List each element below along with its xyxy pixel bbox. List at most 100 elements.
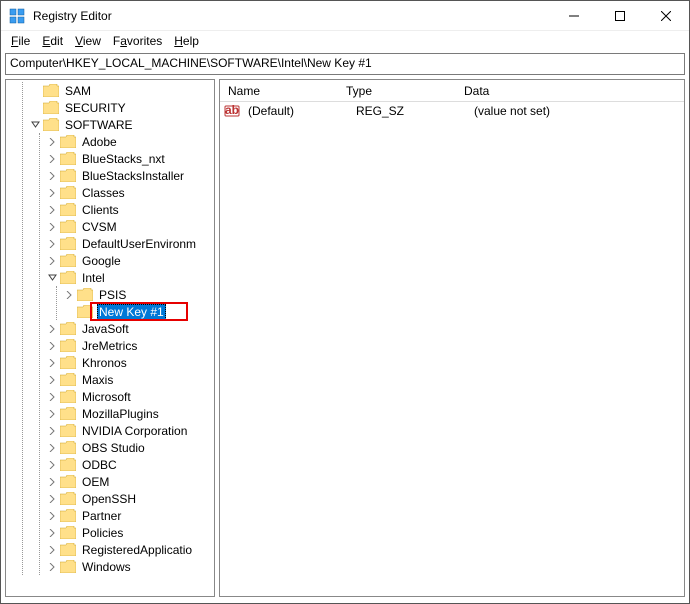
menu-file[interactable]: File bbox=[5, 32, 36, 50]
tree-node-defaultuserenvironment[interactable]: DefaultUserEnvironm bbox=[46, 235, 214, 252]
folder-icon bbox=[60, 271, 76, 284]
chevron-right-icon[interactable] bbox=[46, 391, 58, 403]
tree-label: MozillaPlugins bbox=[80, 407, 161, 421]
chevron-down-icon[interactable] bbox=[46, 272, 58, 284]
value-type: REG_SZ bbox=[352, 104, 470, 118]
tree-node-maxis[interactable]: Maxis bbox=[46, 371, 214, 388]
tree-node-partner[interactable]: Partner bbox=[46, 507, 214, 524]
tree-pane[interactable]: SAM SECURITY SOFTWARE Adobe BlueStacks_n… bbox=[5, 79, 215, 597]
value-name: (Default) bbox=[244, 104, 352, 118]
chevron-right-icon[interactable] bbox=[46, 527, 58, 539]
chevron-right-icon[interactable] bbox=[46, 374, 58, 386]
tree-node-google[interactable]: Google bbox=[46, 252, 214, 269]
tree-node-bluestacks-nxt[interactable]: BlueStacks_nxt bbox=[46, 150, 214, 167]
tree-node-oem[interactable]: OEM bbox=[46, 473, 214, 490]
tree-node-software[interactable]: SOFTWARE bbox=[29, 116, 214, 133]
chevron-right-icon[interactable] bbox=[46, 323, 58, 335]
tree-label: Google bbox=[80, 254, 123, 268]
tree-node-javasoft[interactable]: JavaSoft bbox=[46, 320, 214, 337]
column-header-data[interactable]: Data bbox=[456, 80, 684, 101]
column-header-type[interactable]: Type bbox=[338, 80, 456, 101]
tree-node-clients[interactable]: Clients bbox=[46, 201, 214, 218]
chevron-right-icon[interactable] bbox=[46, 238, 58, 250]
tree-label: Microsoft bbox=[80, 390, 133, 404]
tree-label: BlueStacksInstaller bbox=[80, 169, 186, 183]
tree-label: OpenSSH bbox=[80, 492, 138, 506]
folder-icon bbox=[60, 169, 76, 182]
minimize-button[interactable] bbox=[551, 1, 597, 30]
tree-node-jremetrics[interactable]: JreMetrics bbox=[46, 337, 214, 354]
tree-node-policies[interactable]: Policies bbox=[46, 524, 214, 541]
folder-icon bbox=[60, 475, 76, 488]
chevron-right-icon[interactable] bbox=[46, 340, 58, 352]
app-icon bbox=[9, 8, 25, 24]
svg-text:ab: ab bbox=[225, 103, 239, 117]
tree-node-registeredapplications[interactable]: RegisteredApplicatio bbox=[46, 541, 214, 558]
tree-node-obs-studio[interactable]: OBS Studio bbox=[46, 439, 214, 456]
chevron-right-icon[interactable] bbox=[46, 510, 58, 522]
maximize-button[interactable] bbox=[597, 1, 643, 30]
tree-label: Adobe bbox=[80, 135, 119, 149]
chevron-right-icon[interactable] bbox=[46, 170, 58, 182]
folder-icon bbox=[60, 492, 76, 505]
chevron-right-icon[interactable] bbox=[46, 476, 58, 488]
tree-node-openssh[interactable]: OpenSSH bbox=[46, 490, 214, 507]
tree-node-sam[interactable]: SAM bbox=[29, 82, 214, 99]
chevron-right-icon[interactable] bbox=[46, 204, 58, 216]
chevron-right-icon[interactable] bbox=[46, 442, 58, 454]
list-pane[interactable]: Name Type Data ab (Default) REG_SZ (valu… bbox=[219, 79, 685, 597]
chevron-right-icon[interactable] bbox=[46, 408, 58, 420]
tree-node-classes[interactable]: Classes bbox=[46, 184, 214, 201]
tree-label: Clients bbox=[80, 203, 121, 217]
tree-node-cvsm[interactable]: CVSM bbox=[46, 218, 214, 235]
chevron-right-icon[interactable] bbox=[46, 544, 58, 556]
tree-label: Intel bbox=[80, 271, 107, 285]
folder-icon bbox=[60, 356, 76, 369]
tree-node-windows[interactable]: Windows bbox=[46, 558, 214, 575]
menu-view[interactable]: View bbox=[69, 32, 107, 50]
tree-node-odbc[interactable]: ODBC bbox=[46, 456, 214, 473]
menu-favorites[interactable]: Favorites bbox=[107, 32, 168, 50]
chevron-right-icon[interactable] bbox=[46, 459, 58, 471]
tree-node-bluestacksinstaller[interactable]: BlueStacksInstaller bbox=[46, 167, 214, 184]
chevron-right-icon[interactable] bbox=[63, 289, 75, 301]
tree-label: SECURITY bbox=[63, 101, 128, 115]
tree-node-microsoft[interactable]: Microsoft bbox=[46, 388, 214, 405]
tree-node-security[interactable]: SECURITY bbox=[29, 99, 214, 116]
folder-icon bbox=[60, 135, 76, 148]
tree-node-khronos[interactable]: Khronos bbox=[46, 354, 214, 371]
menu-edit[interactable]: Edit bbox=[36, 32, 69, 50]
tree-node-nvidia-corporation[interactable]: NVIDIA Corporation bbox=[46, 422, 214, 439]
chevron-right-icon[interactable] bbox=[46, 255, 58, 267]
folder-icon bbox=[60, 237, 76, 250]
chevron-right-icon[interactable] bbox=[46, 357, 58, 369]
folder-icon bbox=[60, 441, 76, 454]
chevron-right-icon[interactable] bbox=[46, 153, 58, 165]
tree-node-mozillaplugins[interactable]: MozillaPlugins bbox=[46, 405, 214, 422]
chevron-right-icon[interactable] bbox=[46, 561, 58, 573]
tree-label: RegisteredApplicatio bbox=[80, 543, 194, 557]
chevron-right-icon[interactable] bbox=[46, 187, 58, 199]
tree-label-selected: New Key #1 bbox=[97, 304, 166, 320]
tree-node-intel[interactable]: Intel bbox=[46, 269, 214, 286]
tree-label: SAM bbox=[63, 84, 93, 98]
tree-node-newkey1[interactable]: New Key #1 bbox=[63, 303, 214, 320]
chevron-down-icon[interactable] bbox=[29, 119, 41, 131]
folder-icon bbox=[43, 118, 59, 131]
close-button[interactable] bbox=[643, 1, 689, 30]
folder-icon bbox=[77, 305, 93, 318]
tree-node-psis[interactable]: PSIS bbox=[63, 286, 214, 303]
tree-label: JreMetrics bbox=[80, 339, 139, 353]
menu-help[interactable]: Help bbox=[168, 32, 205, 50]
tree-node-adobe[interactable]: Adobe bbox=[46, 133, 214, 150]
menubar: File Edit View Favorites Help bbox=[1, 31, 689, 51]
column-header-name[interactable]: Name bbox=[220, 80, 338, 101]
folder-icon bbox=[60, 390, 76, 403]
address-bar[interactable]: Computer\HKEY_LOCAL_MACHINE\SOFTWARE\Int… bbox=[5, 53, 685, 75]
list-row[interactable]: ab (Default) REG_SZ (value not set) bbox=[220, 102, 684, 120]
chevron-right-icon[interactable] bbox=[46, 221, 58, 233]
chevron-right-icon[interactable] bbox=[46, 136, 58, 148]
folder-icon bbox=[60, 373, 76, 386]
chevron-right-icon[interactable] bbox=[46, 493, 58, 505]
chevron-right-icon[interactable] bbox=[46, 425, 58, 437]
